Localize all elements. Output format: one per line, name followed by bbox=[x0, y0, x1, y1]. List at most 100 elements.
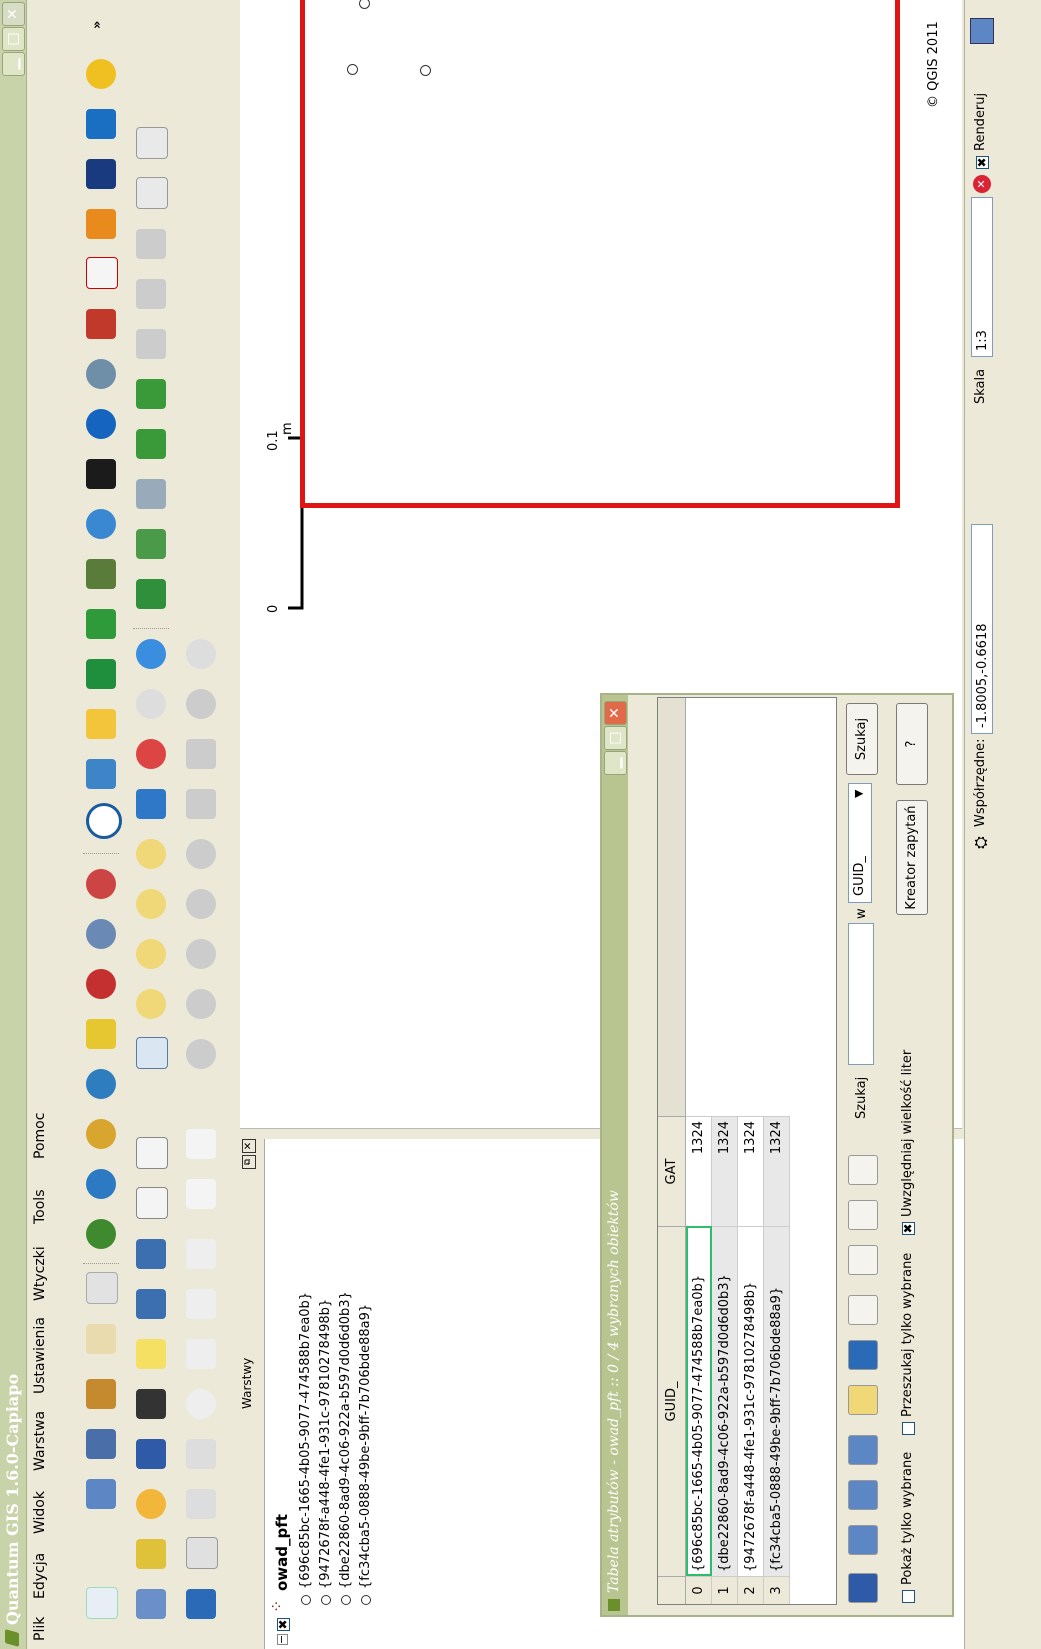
compass-icon[interactable] bbox=[86, 59, 116, 89]
delete-selected-icon[interactable] bbox=[848, 1295, 878, 1325]
cell-gat[interactable]: 1324 bbox=[686, 1116, 712, 1226]
histogram-icon[interactable] bbox=[86, 209, 116, 239]
undo-icon[interactable] bbox=[186, 1179, 216, 1209]
field-select[interactable]: GUID_ ▼ bbox=[848, 783, 872, 903]
cut-features-icon[interactable] bbox=[136, 177, 168, 209]
add-wms-layer-icon[interactable] bbox=[86, 1069, 116, 1099]
zoom-layer-icon[interactable] bbox=[136, 789, 166, 819]
query-builder-button[interactable]: Kreator zapytań bbox=[896, 800, 928, 915]
menu-pomoc[interactable]: Pomoc bbox=[32, 1113, 48, 1159]
plugin-icon[interactable] bbox=[86, 309, 116, 339]
copyright-label-icon[interactable] bbox=[86, 803, 122, 839]
cell-guid[interactable]: {696c85bc-1665-4b05-9077-474588b7ea0b} bbox=[686, 1226, 712, 1576]
dxf-export-icon[interactable] bbox=[86, 609, 116, 639]
minimize-button[interactable]: ▁ bbox=[2, 52, 25, 76]
row-header[interactable]: 1 bbox=[712, 1576, 738, 1604]
cell-guid[interactable]: {dbe22860-8ad9-4c06-922a-b597d0d6d0b3} bbox=[712, 1226, 738, 1576]
save-edits-icon[interactable] bbox=[136, 529, 166, 559]
georeferencer-icon[interactable] bbox=[86, 659, 116, 689]
raster-terrain-icon[interactable] bbox=[86, 559, 116, 589]
delete-vertex-icon[interactable] bbox=[186, 1389, 216, 1419]
menu-widok[interactable]: Widok bbox=[32, 1491, 48, 1534]
delete-part-icon[interactable] bbox=[186, 839, 216, 869]
zoom-in-icon[interactable] bbox=[136, 989, 166, 1019]
scale-field[interactable]: 1:3 bbox=[971, 197, 993, 357]
add-vector-layer-icon[interactable] bbox=[86, 1219, 116, 1249]
split-features-icon[interactable] bbox=[186, 739, 216, 769]
panel-close-icon[interactable]: ✕ bbox=[242, 1139, 256, 1153]
help-button[interactable]: ? bbox=[896, 703, 928, 785]
cell-gat[interactable]: 1324 bbox=[712, 1116, 738, 1226]
layer-visibility-checkbox[interactable]: ✖ bbox=[276, 1618, 290, 1631]
show-selected-checkbox[interactable] bbox=[902, 1590, 915, 1603]
new-project-icon[interactable] bbox=[86, 1587, 118, 1619]
distance-icon[interactable] bbox=[86, 709, 116, 739]
cell-gat[interactable]: 1324 bbox=[738, 1116, 764, 1226]
delete-ring-icon[interactable] bbox=[186, 889, 216, 919]
zoom-next-icon[interactable] bbox=[136, 689, 166, 719]
copy-selected-icon[interactable] bbox=[848, 1435, 878, 1465]
coords-field[interactable]: -1.8005,-0.6618 bbox=[971, 524, 993, 734]
zoom-full-icon[interactable] bbox=[136, 889, 166, 919]
globe-icon[interactable] bbox=[86, 509, 116, 539]
column-header-gat[interactable]: GAT bbox=[658, 1116, 686, 1226]
print-icon[interactable] bbox=[86, 1272, 118, 1304]
delete-selected-icon[interactable] bbox=[136, 229, 166, 259]
panel-float-icon[interactable]: ⧉ bbox=[242, 1155, 256, 1169]
rotate-label-icon[interactable] bbox=[186, 639, 216, 669]
bookmark-icon[interactable] bbox=[86, 109, 116, 139]
open-project-icon[interactable] bbox=[86, 1479, 116, 1509]
reshape-icon[interactable] bbox=[186, 789, 216, 819]
delete-column-icon[interactable] bbox=[848, 1200, 878, 1230]
add-island-icon[interactable] bbox=[186, 939, 216, 969]
copy-features-icon[interactable] bbox=[136, 127, 168, 159]
add-raster-layer-icon[interactable] bbox=[86, 1169, 116, 1199]
row-header[interactable]: 3 bbox=[764, 1576, 790, 1604]
remove-layer-icon[interactable] bbox=[86, 969, 116, 999]
pdf-export-icon[interactable] bbox=[86, 257, 118, 289]
measure-line-icon[interactable] bbox=[136, 1389, 166, 1419]
home-icon[interactable] bbox=[136, 1289, 166, 1319]
paste-features-icon[interactable] bbox=[186, 1537, 218, 1569]
identify-icon[interactable] bbox=[136, 1589, 166, 1619]
menu-plik[interactable]: Plik bbox=[32, 1617, 48, 1641]
table-manager-icon[interactable] bbox=[86, 759, 116, 789]
toggle-editing-icon[interactable] bbox=[848, 1340, 878, 1370]
capture-line-icon[interactable] bbox=[136, 429, 166, 459]
select-icon[interactable] bbox=[136, 1539, 166, 1569]
cell-guid[interactable]: {fc34cba5-0888-49be-9bff-7b706bde88a9} bbox=[764, 1226, 790, 1576]
simplify-icon[interactable] bbox=[186, 1039, 216, 1069]
layer-name[interactable]: owad_pft bbox=[273, 1514, 291, 1591]
print-composer-icon[interactable] bbox=[86, 1324, 116, 1354]
new-column-icon[interactable] bbox=[848, 1245, 878, 1275]
cell-gat[interactable]: 1324 bbox=[764, 1116, 790, 1226]
scissors-icon[interactable] bbox=[186, 1339, 216, 1369]
capture-polygon-icon[interactable] bbox=[136, 379, 166, 409]
stop-render-icon[interactable]: ✕ bbox=[973, 175, 991, 193]
ogr-converter-icon[interactable] bbox=[86, 359, 116, 389]
add-ring-icon[interactable] bbox=[186, 989, 216, 1019]
maximize-button[interactable]: □ bbox=[2, 27, 25, 51]
copy-icon[interactable] bbox=[186, 1289, 216, 1319]
search-selected-checkbox[interactable] bbox=[902, 1422, 915, 1435]
dialog-minimize-button[interactable]: ▁ bbox=[604, 751, 627, 775]
save-project-icon[interactable] bbox=[86, 1429, 116, 1459]
render-checkbox[interactable]: ✖ bbox=[975, 156, 989, 169]
zoom-last-icon[interactable] bbox=[136, 739, 166, 769]
pencil-icon[interactable] bbox=[186, 1589, 216, 1619]
search-input[interactable] bbox=[848, 923, 874, 1065]
map-point[interactable] bbox=[420, 65, 431, 76]
new-shapefile-icon[interactable] bbox=[86, 1019, 116, 1049]
redo-icon[interactable] bbox=[186, 1129, 216, 1159]
menu-wtyczki[interactable]: Wtyczki bbox=[32, 1246, 48, 1301]
paste-icon[interactable] bbox=[186, 1239, 216, 1269]
cell-guid[interactable]: {9472678f-a448-4fe1-931c-97810278498b} bbox=[738, 1226, 764, 1576]
pan-hand-icon[interactable] bbox=[136, 1037, 168, 1069]
menu-ustawienia[interactable]: Ustawienia bbox=[32, 1317, 48, 1394]
search-button[interactable]: Szukaj bbox=[846, 703, 878, 775]
attribute-table-icon[interactable] bbox=[136, 1439, 166, 1469]
map-point[interactable] bbox=[347, 64, 358, 75]
new-bookmark-icon[interactable] bbox=[136, 1239, 166, 1269]
capture-point-icon[interactable] bbox=[136, 479, 166, 509]
north-arrow-icon[interactable] bbox=[86, 409, 116, 439]
